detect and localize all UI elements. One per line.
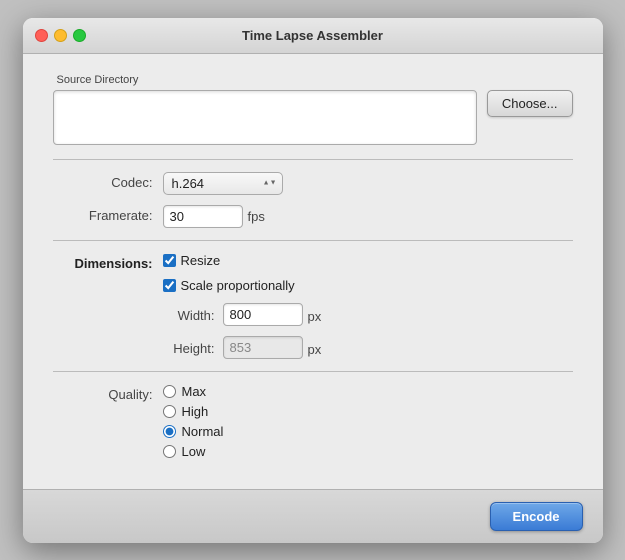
quality-high-label: High <box>182 404 209 419</box>
choose-button[interactable]: Choose... <box>487 90 573 117</box>
width-row: Width: px <box>163 303 322 326</box>
quality-low-label: Low <box>182 444 206 459</box>
encode-button[interactable]: Encode <box>490 502 583 531</box>
framerate-label: Framerate: <box>53 205 163 223</box>
source-directory-input[interactable] <box>53 90 477 145</box>
dimensions-controls: Resize Scale proportionally Width: px He… <box>163 253 322 359</box>
width-input[interactable] <box>223 303 303 326</box>
source-row: Choose... <box>53 90 573 145</box>
titlebar: Time Lapse Assembler <box>23 18 603 54</box>
quality-low-radio[interactable] <box>163 445 176 458</box>
quality-normal-row: Normal <box>163 424 224 439</box>
fps-unit: fps <box>243 205 265 224</box>
height-row: Height: px <box>163 336 322 359</box>
maximize-button[interactable] <box>73 29 86 42</box>
quality-max-label: Max <box>182 384 207 399</box>
quality-radio-group: Max High Normal Low <box>163 384 224 459</box>
quality-low-row: Low <box>163 444 224 459</box>
quality-normal-label: Normal <box>182 424 224 439</box>
resize-label: Resize <box>181 253 221 268</box>
quality-row: Quality: Max High Normal Low <box>53 384 573 459</box>
source-label: Source Directory <box>57 74 573 86</box>
scale-checkbox[interactable] <box>163 279 176 292</box>
quality-high-radio[interactable] <box>163 405 176 418</box>
divider-2 <box>53 240 573 241</box>
main-window: Time Lapse Assembler Source Directory Ch… <box>23 18 603 543</box>
close-button[interactable] <box>35 29 48 42</box>
codec-label: Codec: <box>53 172 163 190</box>
divider-3 <box>53 371 573 372</box>
content-area: Source Directory Choose... Codec: h.264 … <box>23 54 603 489</box>
scale-row: Scale proportionally <box>163 278 322 293</box>
window-title: Time Lapse Assembler <box>242 28 383 43</box>
quality-max-row: Max <box>163 384 224 399</box>
codec-row: Codec: h.264 MPEG-4 ProRes <box>53 172 573 195</box>
codec-select[interactable]: h.264 MPEG-4 ProRes <box>163 172 283 195</box>
resize-checkbox[interactable] <box>163 254 176 267</box>
height-label: Height: <box>163 338 223 356</box>
height-unit: px <box>303 338 322 357</box>
codec-select-wrapper: h.264 MPEG-4 ProRes <box>163 172 283 195</box>
divider-1 <box>53 159 573 160</box>
width-unit: px <box>303 305 322 324</box>
framerate-row: Framerate: 30 fps <box>53 205 573 228</box>
quality-max-radio[interactable] <box>163 385 176 398</box>
source-section: Source Directory Choose... <box>53 74 573 145</box>
resize-row: Resize <box>163 253 322 268</box>
height-input[interactable] <box>223 336 303 359</box>
dimensions-row: Dimensions: Resize Scale proportionally … <box>53 253 573 359</box>
dimensions-label: Dimensions: <box>53 253 163 271</box>
minimize-button[interactable] <box>54 29 67 42</box>
quality-normal-radio[interactable] <box>163 425 176 438</box>
scale-label: Scale proportionally <box>181 278 295 293</box>
width-label: Width: <box>163 305 223 323</box>
quality-high-row: High <box>163 404 224 419</box>
quality-label: Quality: <box>53 384 163 402</box>
traffic-lights <box>35 29 86 42</box>
framerate-input[interactable]: 30 <box>163 205 243 228</box>
bottom-bar: Encode <box>23 489 603 543</box>
